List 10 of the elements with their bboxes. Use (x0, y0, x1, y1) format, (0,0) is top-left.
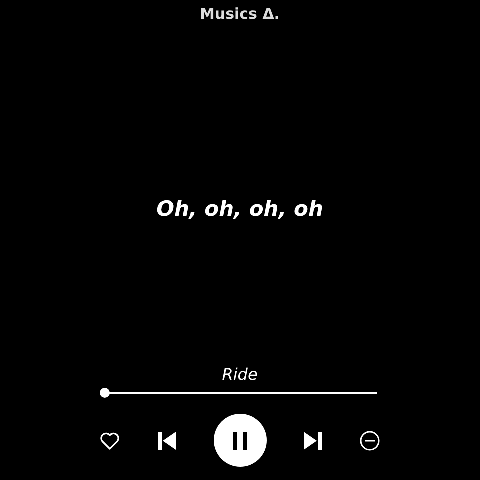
next-icon[interactable] (304, 432, 322, 450)
track-title: Ride (222, 365, 258, 384)
heart-icon[interactable] (100, 432, 120, 450)
progress-thumb[interactable] (100, 388, 110, 398)
app-title: Musics Δ. (200, 5, 280, 23)
play-pause-button[interactable] (214, 414, 266, 467)
previous-icon[interactable] (158, 432, 176, 450)
lyric-line: Oh, oh, oh, oh (156, 197, 324, 221)
pause-icon (232, 432, 248, 450)
minus-circle-icon[interactable] (360, 430, 380, 450)
